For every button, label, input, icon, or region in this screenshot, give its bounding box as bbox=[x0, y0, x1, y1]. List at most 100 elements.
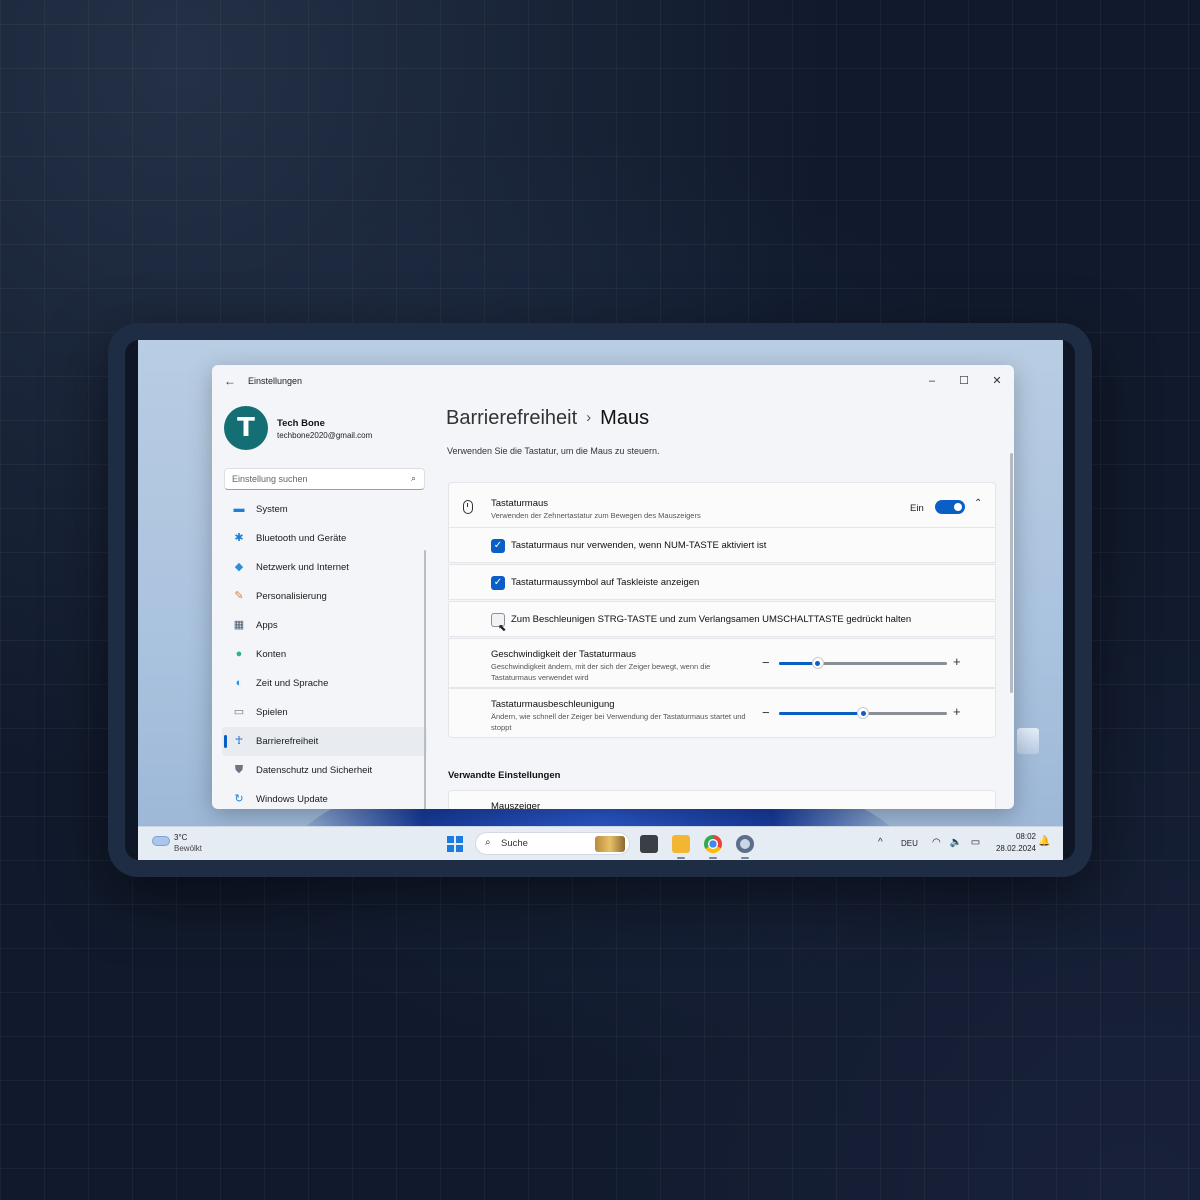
sidebar-item-label: Netzwerk und Internet bbox=[256, 562, 349, 573]
sidebar-item-datenschutz-und-sicherheit[interactable]: ⛊ Datenschutz und Sicherheit bbox=[222, 756, 427, 785]
breadcrumb-parent[interactable]: Barrierefreiheit bbox=[446, 407, 577, 429]
page-description: Verwenden Sie die Tastatur, um die Maus … bbox=[447, 446, 660, 456]
sidebar-nav: ▬ System ✱ Bluetooth und Geräte ◆ Netzwerk un… bbox=[222, 495, 427, 809]
user-email: techbone2020@gmail.com bbox=[277, 431, 373, 440]
breadcrumb-separator-icon: › bbox=[586, 409, 592, 426]
sidebar-item-label: Konten bbox=[256, 649, 287, 660]
clock-date[interactable]: 28.02.2024 bbox=[988, 844, 1036, 853]
task-view-icon[interactable] bbox=[640, 835, 658, 853]
search-icon: ⌕ bbox=[410, 473, 416, 483]
sidebar-item-icon: ✎ bbox=[234, 590, 244, 602]
sidebar-item-label: Windows Update bbox=[256, 794, 328, 805]
sidebar-item-label: System bbox=[256, 504, 288, 515]
recycle-bin-desktop-icon[interactable] bbox=[1008, 728, 1048, 778]
slider-increase-button[interactable]: + bbox=[953, 704, 961, 719]
mouse-icon bbox=[463, 500, 473, 514]
chevron-up-icon[interactable]: ⌃ bbox=[974, 498, 982, 509]
slider-track[interactable] bbox=[779, 707, 947, 719]
sidebar-item-label: Bluetooth und Geräte bbox=[256, 533, 347, 544]
sidebar-item-icon: ▭ bbox=[233, 706, 245, 718]
sidebar-item-label: Zeit und Sprache bbox=[256, 678, 329, 689]
slider-description: Ändern, wie schnell der Zeiger bei Verwe… bbox=[491, 712, 746, 732]
sidebar-item-personalisierung[interactable]: ✎ Personalisierung bbox=[222, 582, 427, 611]
sidebar-scrollbar[interactable] bbox=[424, 550, 426, 809]
notification-bell-icon[interactable]: 🔔 bbox=[1038, 836, 1050, 847]
title-bar: ← Einstellungen – ☐ ✕ bbox=[212, 365, 1014, 399]
tray-chevron-icon[interactable]: ^ bbox=[878, 837, 883, 848]
chrome-icon[interactable] bbox=[704, 835, 722, 859]
slider-row: Tastaturmausbeschleunigung Ändern, wie sc… bbox=[448, 688, 996, 738]
page-title: Maus bbox=[600, 407, 650, 429]
sidebar-item-system[interactable]: ▬ System bbox=[222, 495, 427, 524]
recycle-bin-icon bbox=[1017, 728, 1039, 754]
sidebar-item-icon: ▬ bbox=[233, 503, 245, 515]
settings-search-input[interactable]: Einstellung suchen ⌕ bbox=[224, 468, 425, 490]
sidebar-item-icon: ◐ bbox=[235, 677, 243, 689]
slider-decrease-button[interactable]: − bbox=[762, 705, 770, 720]
sidebar-item-label: Spielen bbox=[256, 707, 288, 718]
option-label: Tastaturmaus nur verwenden, wenn NUM-TAS… bbox=[511, 540, 767, 551]
back-arrow-icon[interactable]: ← bbox=[224, 374, 236, 388]
sidebar-item-label: Barrierefreiheit bbox=[256, 736, 319, 747]
clock-time[interactable]: 08:02 bbox=[1010, 832, 1036, 841]
sidebar-item-spielen[interactable]: ▭ Spielen bbox=[222, 698, 427, 727]
sidebar-item-icon: ↻ bbox=[234, 793, 244, 805]
option-checkbox[interactable]: ✓ bbox=[491, 576, 505, 590]
minimize-button[interactable]: – bbox=[918, 369, 946, 393]
settings-window: ← Einstellungen – ☐ ✕ T Tech Bone techbo… bbox=[212, 365, 1014, 809]
content-scrollbar[interactable] bbox=[1010, 453, 1013, 693]
close-button[interactable]: ✕ bbox=[983, 369, 1011, 393]
mouse-keys-subtitle: Verwenden der Zehnertastatur zum Bewegen… bbox=[491, 511, 701, 520]
weather-temperature[interactable]: 3°C bbox=[174, 833, 187, 842]
slider-decrease-button[interactable]: − bbox=[762, 655, 770, 670]
desktop: ← Einstellungen – ☐ ✕ T Tech Bone techbo… bbox=[138, 340, 1063, 860]
slider-track[interactable] bbox=[779, 657, 947, 669]
slider-title: Tastaturmausbeschleunigung bbox=[491, 699, 615, 710]
sidebar-item-windows-update[interactable]: ↻ Windows Update bbox=[222, 785, 427, 809]
sidebar-item-barrierefreiheit[interactable]: ☥ Barrierefreiheit bbox=[222, 727, 427, 756]
settings-gear-icon[interactable] bbox=[736, 835, 754, 859]
slider-row: Geschwindigkeit der Tastaturmaus Geschwin… bbox=[448, 638, 996, 688]
language-indicator[interactable]: DEU bbox=[901, 839, 918, 848]
sidebar-item-label: Personalisierung bbox=[256, 591, 327, 602]
avatar: T bbox=[224, 406, 268, 450]
slider-thumb[interactable] bbox=[811, 657, 824, 669]
related-item-label: Mauszeiger bbox=[491, 801, 541, 809]
option-checkbox[interactable]: ✓ bbox=[491, 539, 505, 553]
sidebar-item-icon: ✱ bbox=[234, 532, 244, 544]
sidebar-item-apps[interactable]: ▦ Apps bbox=[222, 611, 427, 640]
app-title: Einstellungen bbox=[248, 376, 303, 386]
sidebar-item-icon: ◆ bbox=[234, 561, 244, 573]
weather-description[interactable]: Bewölkt bbox=[174, 844, 202, 853]
file-explorer-icon[interactable] bbox=[672, 835, 690, 859]
related-item-mouse-pointer[interactable]: Mauszeiger bbox=[448, 790, 996, 809]
taskbar-search-label: Suche bbox=[501, 838, 528, 849]
taskbar-search-box[interactable]: ⌕ Suche bbox=[475, 832, 630, 855]
slider-increase-button[interactable]: + bbox=[953, 654, 961, 669]
cloud-icon[interactable] bbox=[152, 836, 170, 846]
option-row[interactable]: ✓ Tastaturmaussymbol auf Taskleiste anzei… bbox=[448, 564, 996, 600]
mouse-cursor-icon: ⬉ bbox=[498, 623, 507, 634]
option-row[interactable]: ✓ Tastaturmaus nur verwenden, wenn NUM-TA… bbox=[448, 527, 996, 563]
screen: ← Einstellungen – ☐ ✕ T Tech Bone techbo… bbox=[125, 340, 1075, 860]
slider-thumb[interactable] bbox=[857, 707, 869, 719]
option-row[interactable]: Zum Beschleunigen STRG-TASTE und zum Ver… bbox=[448, 601, 996, 637]
search-icon: ⌕ bbox=[485, 837, 491, 848]
sidebar-item-konten[interactable]: ● Konten bbox=[222, 640, 427, 669]
sidebar-item-icon: ▦ bbox=[233, 619, 245, 631]
maximize-button[interactable]: ☐ bbox=[950, 369, 978, 393]
sidebar-item-label: Apps bbox=[256, 620, 278, 631]
sidebar-item-icon: ☥ bbox=[234, 735, 244, 747]
windows-start-icon[interactable] bbox=[447, 836, 463, 852]
sidebar-item-label: Datenschutz und Sicherheit bbox=[256, 765, 373, 776]
mouse-keys-title: Tastaturmaus bbox=[491, 498, 549, 509]
sidebar-item-netzwerk-und-internet[interactable]: ◆ Netzwerk und Internet bbox=[222, 553, 427, 582]
slider-description: Geschwindigkeit ändern, mit der sich der… bbox=[491, 662, 711, 682]
breadcrumb: Barrierefreiheit › Maus bbox=[446, 407, 649, 430]
mouse-keys-card[interactable]: Tastaturmaus Verwenden der Zehnertastatu… bbox=[448, 482, 996, 530]
slider-title: Geschwindigkeit der Tastaturmaus bbox=[491, 649, 637, 660]
tray-status-icons[interactable]: ◠ 🔈 ▭ bbox=[932, 837, 983, 848]
mouse-keys-toggle[interactable] bbox=[935, 500, 965, 514]
sidebar-item-bluetooth-und-geräte[interactable]: ✱ Bluetooth und Geräte bbox=[222, 524, 427, 553]
sidebar-item-zeit-und-sprache[interactable]: ◐ Zeit und Sprache bbox=[222, 669, 427, 698]
